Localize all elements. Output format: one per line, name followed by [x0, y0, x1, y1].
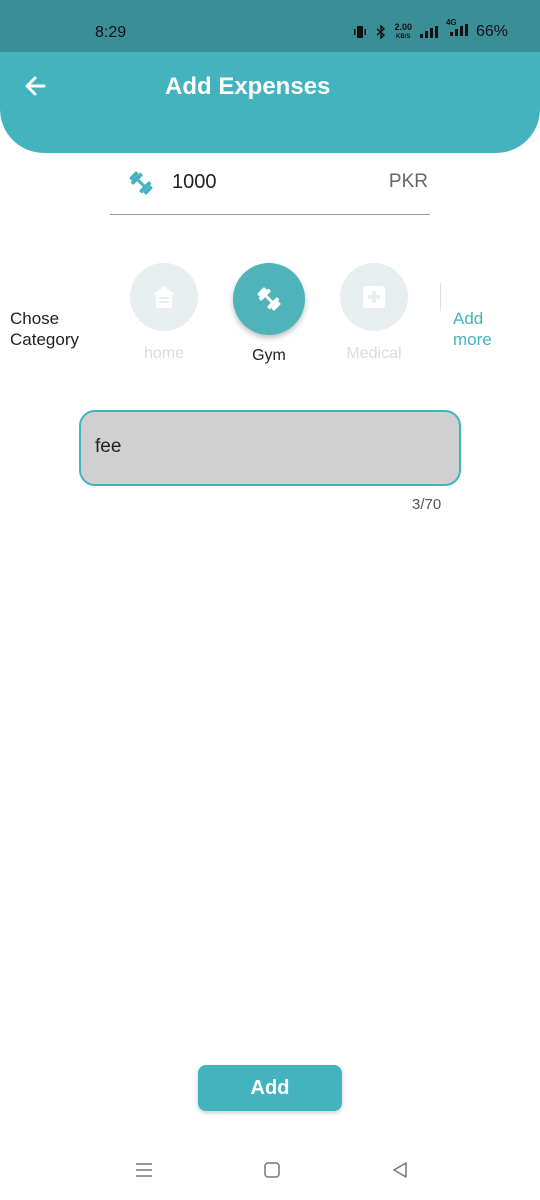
back-button[interactable] — [20, 70, 52, 102]
note-input-value: fee — [95, 436, 122, 457]
category-home[interactable]: home — [128, 263, 200, 363]
add-more-line1: Add — [453, 309, 484, 328]
status-icons: 2.00 KB/S 4G 66% — [352, 18, 508, 41]
home-nav-button[interactable] — [260, 1158, 284, 1182]
add-more-line2: more — [453, 330, 492, 349]
category-home-circle — [130, 263, 198, 331]
category-gym-label: Gym — [252, 347, 286, 364]
dumbbell-icon — [257, 287, 281, 311]
home-icon — [153, 286, 175, 308]
character-counter: 3/70 — [412, 496, 442, 513]
triangle-back-icon — [393, 1162, 407, 1178]
note-input[interactable]: fee — [79, 410, 461, 486]
system-nav-bar — [0, 1140, 540, 1200]
category-home-label: home — [143, 345, 185, 362]
arrow-left-icon — [25, 76, 46, 96]
bluetooth-icon — [376, 25, 386, 39]
back-nav-button[interactable] — [388, 1158, 412, 1182]
add-more-category-link[interactable]: Add more — [453, 308, 492, 350]
battery-level: 66% — [475, 23, 508, 40]
currency-label: PKR — [388, 171, 428, 192]
menu-icon — [136, 1163, 152, 1177]
net-speed-unit: KB/S — [396, 34, 411, 40]
app-header: Add Expenses — [0, 52, 540, 153]
amount-field[interactable]: 1000 PKR — [110, 160, 430, 215]
dumbbell-icon — [129, 171, 153, 195]
category-label-line1: Chose — [10, 309, 60, 328]
square-icon — [264, 1162, 280, 1178]
category-gym-circle — [233, 263, 305, 335]
category-medical-circle — [340, 263, 408, 331]
net-speed: 2.00 KB/S — [394, 23, 412, 41]
amount-value: 1000 — [172, 171, 217, 193]
add-button[interactable]: Add — [198, 1065, 342, 1111]
category-label-line2: Category — [10, 330, 79, 349]
category-label: Chose Category — [10, 308, 79, 350]
category-medical-label: Medical — [346, 345, 402, 362]
vibrate-icon — [354, 26, 367, 38]
signal-icon — [419, 26, 438, 38]
category-divider — [440, 283, 441, 311]
category-gym[interactable]: Gym — [233, 263, 305, 365]
signal-4g-icon: 4G — [446, 18, 468, 41]
net-speed-value: 2.00 — [394, 22, 412, 32]
status-bar: 8:29 2.00 KB/S 4G 66% — [0, 0, 540, 52]
menu-nav-button[interactable] — [132, 1158, 156, 1182]
status-time: 8:29 — [95, 24, 127, 41]
page-title: Add Expenses — [165, 73, 331, 100]
medical-icon — [363, 286, 385, 308]
category-medical[interactable]: Medical — [338, 263, 410, 363]
